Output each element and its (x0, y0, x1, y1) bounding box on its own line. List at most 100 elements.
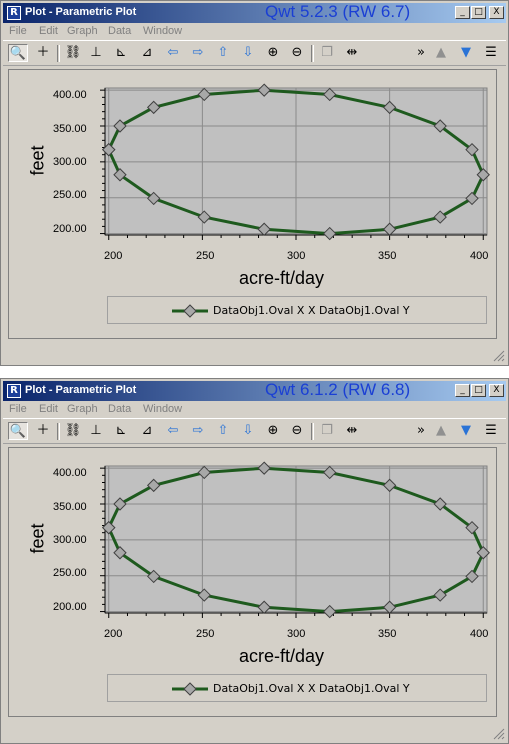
menu-data[interactable]: Data (108, 25, 131, 37)
zoom-in-icon[interactable]: ⊕ (263, 44, 283, 62)
close-button[interactable]: X (489, 6, 504, 19)
axis-right-icon[interactable]: ⊾ (111, 422, 131, 440)
list-icon[interactable]: ☰ (481, 44, 501, 62)
x-tick-label: 400 (470, 250, 489, 262)
list-icon[interactable]: ☰ (481, 422, 501, 440)
copy-icon[interactable]: ❐ (317, 422, 337, 440)
close-button[interactable]: X (489, 384, 504, 397)
menu-window[interactable]: Window (143, 403, 182, 415)
zoom-out-icon[interactable]: ⊖ (287, 44, 307, 62)
arrow-left-icon[interactable]: ⇦ (163, 422, 183, 440)
window-title: Plot - Parametric Plot (25, 384, 137, 396)
axis-icon[interactable]: ⊥ (86, 44, 106, 62)
arrow-down-icon[interactable]: ⇩ (238, 422, 258, 440)
title-bar[interactable]: R Plot - Parametric Plot Qwt 5.2.3 (RW 6… (3, 2, 506, 23)
menu-data[interactable]: Data (108, 403, 131, 415)
resize-grip-icon[interactable] (493, 728, 505, 740)
x-tick-label: 350 (378, 628, 397, 640)
fill-down-icon[interactable]: ▼ (456, 422, 476, 440)
x-tick-label: 200 (104, 250, 123, 262)
y-tick-label: 400.00 (53, 89, 87, 101)
menu-edit[interactable]: Edit (39, 403, 58, 415)
crosshair-icon[interactable]: ＋ (33, 44, 53, 62)
fill-down-icon[interactable]: ▼ (456, 44, 476, 62)
axis-icon[interactable]: ⊥ (86, 422, 106, 440)
x-tick-label: 200 (104, 628, 123, 640)
version-label: Qwt 5.2.3 (RW 6.7) (265, 2, 411, 21)
legend[interactable]: DataObj1.Oval X X DataObj1.Oval Y (107, 296, 487, 324)
y-axis-label: feet (27, 145, 48, 176)
menu-bar: File Edit Graph Data Window (3, 24, 506, 39)
x-tick-label: 300 (287, 250, 306, 262)
link-icon[interactable]: ⛓ (63, 422, 83, 440)
axis-scale-icon[interactable]: ⊿ (137, 422, 157, 440)
arrow-up-icon[interactable]: ⇧ (213, 422, 233, 440)
y-tick-label: 300.00 (53, 534, 87, 546)
app-icon: R (7, 6, 21, 20)
toolbar-separator (57, 423, 60, 440)
menu-file[interactable]: File (9, 25, 27, 37)
plot-panel: feet 400.00 350.00 300.00 250.00 200.00 … (8, 447, 497, 717)
fill-up-icon[interactable]: ▲ (431, 44, 451, 62)
crosshair-icon[interactable]: ＋ (33, 422, 53, 440)
menu-graph[interactable]: Graph (67, 403, 98, 415)
minimize-button[interactable]: _ (455, 6, 470, 19)
menu-edit[interactable]: Edit (39, 25, 58, 37)
axis-scale-icon[interactable]: ⊿ (137, 44, 157, 62)
toolbar: 🔍 ＋ ⛓ ⊥ ⊾ ⊿ ⇦ ⇨ ⇧ ⇩ ⊕ ⊖ ❐ ⇹ » ▲ ▼ ☰ (3, 40, 506, 66)
arrow-left-icon[interactable]: ⇦ (163, 44, 183, 62)
plot-window-1: R Plot - Parametric Plot Qwt 5.2.3 (RW 6… (0, 0, 509, 366)
y-tick-label: 300.00 (53, 156, 87, 168)
resize-grip-icon[interactable] (493, 350, 505, 362)
plot-panel: feet 400.00 350.00 300.00 250.00 200.00 … (8, 69, 497, 339)
menu-bar: File Edit Graph Data Window (3, 402, 506, 417)
plot-window-2: R Plot - Parametric Plot Qwt 6.1.2 (RW 6… (0, 378, 509, 744)
overflow-icon[interactable]: » (411, 44, 431, 62)
y-tick-label: 200.00 (53, 601, 87, 613)
x-tick-label: 250 (196, 628, 215, 640)
split-icon[interactable]: ⇹ (342, 44, 362, 62)
legend-label: DataObj1.Oval X X DataObj1.Oval Y (213, 304, 410, 317)
window-title: Plot - Parametric Plot (25, 6, 137, 18)
menu-window[interactable]: Window (143, 25, 182, 37)
legend-series-icon (172, 682, 208, 696)
version-label: Qwt 6.1.2 (RW 6.8) (265, 380, 411, 399)
zoom-out-icon[interactable]: ⊖ (287, 422, 307, 440)
toolbar-separator (57, 45, 60, 62)
toolbar: 🔍 ＋ ⛓ ⊥ ⊾ ⊿ ⇦ ⇨ ⇧ ⇩ ⊕ ⊖ ❐ ⇹ » ▲ ▼ ☰ (3, 418, 506, 444)
y-tick-label: 250.00 (53, 189, 87, 201)
arrow-down-icon[interactable]: ⇩ (238, 44, 258, 62)
link-icon[interactable]: ⛓ (63, 44, 83, 62)
maximize-button[interactable]: □ (471, 6, 486, 19)
y-tick-label: 350.00 (53, 123, 87, 135)
zoom-icon[interactable]: 🔍 (8, 422, 28, 440)
y-tick-label: 400.00 (53, 467, 87, 479)
x-tick-label: 350 (378, 250, 397, 262)
zoom-icon[interactable]: 🔍 (8, 44, 28, 62)
x-tick-label: 400 (470, 628, 489, 640)
y-tick-label: 350.00 (53, 501, 87, 513)
app-icon: R (7, 384, 21, 398)
split-icon[interactable]: ⇹ (342, 422, 362, 440)
arrow-up-icon[interactable]: ⇧ (213, 44, 233, 62)
menu-graph[interactable]: Graph (67, 25, 98, 37)
toolbar-separator (311, 423, 314, 440)
overflow-icon[interactable]: » (411, 422, 431, 440)
title-bar[interactable]: R Plot - Parametric Plot Qwt 6.1.2 (RW 6… (3, 380, 506, 401)
arrow-right-icon[interactable]: ⇨ (188, 44, 208, 62)
y-tick-label: 250.00 (53, 567, 87, 579)
maximize-button[interactable]: □ (471, 384, 486, 397)
toolbar-separator (311, 45, 314, 62)
legend-series-icon (172, 304, 208, 318)
zoom-in-icon[interactable]: ⊕ (263, 422, 283, 440)
x-axis-label: acre-ft/day (239, 268, 325, 288)
legend[interactable]: DataObj1.Oval X X DataObj1.Oval Y (107, 674, 487, 702)
axis-right-icon[interactable]: ⊾ (111, 44, 131, 62)
arrow-right-icon[interactable]: ⇨ (188, 422, 208, 440)
y-tick-label: 200.00 (53, 223, 87, 235)
menu-file[interactable]: File (9, 403, 27, 415)
minimize-button[interactable]: _ (455, 384, 470, 397)
fill-up-icon[interactable]: ▲ (431, 422, 451, 440)
y-axis-label: feet (27, 523, 48, 554)
copy-icon[interactable]: ❐ (317, 44, 337, 62)
